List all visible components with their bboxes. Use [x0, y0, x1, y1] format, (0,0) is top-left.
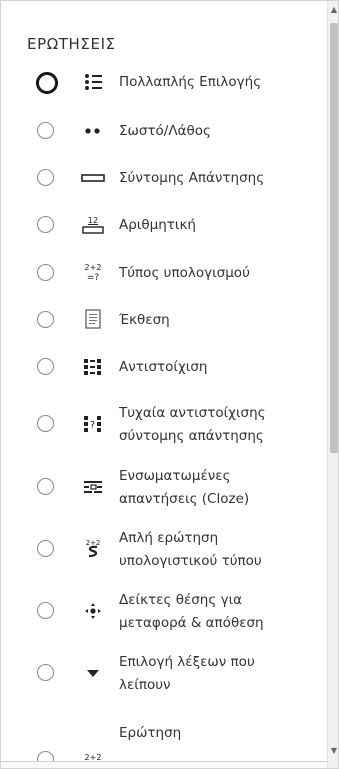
radio-matching[interactable] [37, 358, 54, 375]
radio-random-matching[interactable] [37, 415, 54, 432]
cloze-icon [80, 476, 106, 498]
panel-bottom-edge [1, 761, 327, 768]
question-type-label-line2: υπολογιστικού τύπου [119, 553, 262, 569]
calculated-icon: 2+2 =? [80, 261, 106, 283]
radio-drag-markers[interactable] [37, 602, 54, 619]
question-type-label: Επιλογή λέξεων που [119, 654, 255, 670]
scroll-thumb[interactable] [330, 23, 338, 453]
question-type-row[interactable]: 2+2 =? Τύπος υπολογισμού [1, 260, 327, 286]
question-type-label: Απλή ερώτηση [119, 530, 219, 546]
shortanswer-icon [80, 167, 106, 189]
question-type-label-line2: λείπουν [119, 677, 171, 693]
question-type-row[interactable]: ? Τυχαία αντιστοίχισης σύντομης απάντηση… [1, 399, 327, 449]
drag-markers-icon [80, 600, 106, 622]
select-missing-words-icon [80, 662, 106, 684]
scroll-down-arrow-icon[interactable]: ▼ [329, 746, 338, 756]
question-type-label: Σωστό/Λάθος [119, 123, 211, 139]
question-type-label-line2: μεταφορά & απόθεση [119, 615, 264, 631]
numerical-icon: 12 [80, 214, 106, 236]
question-type-label: Ερώτηση [119, 725, 182, 741]
multichoice-icon [80, 71, 106, 93]
question-type-row[interactable]: Επιλογή λέξεων που λείπουν [1, 648, 327, 698]
question-type-row[interactable]: Δείκτες θέσης για μεταφορά & απόθεση [1, 586, 327, 636]
svg-text:12: 12 [88, 216, 98, 225]
question-type-label: Τυχαία αντιστοίχισης [119, 405, 266, 421]
svg-text:=?: =? [87, 273, 100, 283]
radio-truefalse[interactable] [37, 122, 54, 139]
radio-select-missing-words[interactable] [37, 664, 54, 681]
matching-icon [80, 356, 106, 378]
radio-shortanswer[interactable] [37, 169, 54, 186]
scroll-up-arrow-icon[interactable]: ▲ [329, 5, 338, 15]
essay-icon [80, 308, 106, 330]
radio-numerical[interactable] [37, 216, 54, 233]
question-type-label: Ενσωματωμένες [119, 468, 231, 484]
question-type-row[interactable]: Πολλαπλής Επιλογής [1, 68, 327, 96]
random-matching-icon: ? [80, 413, 106, 435]
question-type-row[interactable]: 2+2 Απλή ερώτηση υπολογιστικού τύπου [1, 524, 327, 574]
question-type-label: Αριθμητική [119, 217, 196, 233]
svg-text:?: ? [90, 420, 95, 431]
panel-title: ΕΡΩΤΗΣΕΙΣ [27, 35, 116, 53]
radio-cloze[interactable] [37, 478, 54, 495]
radio-calculated-simple[interactable] [37, 540, 54, 557]
vertical-scrollbar[interactable]: ▲ ▼ [327, 1, 338, 768]
question-type-label: Πολλαπλής Επιλογής [119, 74, 262, 90]
radio-essay[interactable] [37, 311, 54, 328]
question-type-label-line2: σύντομης απάντησης [119, 428, 264, 444]
svg-text:2+2: 2+2 [85, 263, 102, 272]
question-type-row[interactable]: Σύντομης Απάντησης [1, 165, 327, 191]
question-type-label: Αντιστοίχιση [119, 359, 208, 375]
question-type-label: Τύπος υπολογισμού [119, 265, 250, 281]
calculated-simple-icon: 2+2 [80, 537, 106, 559]
radio-calculated[interactable] [37, 264, 54, 281]
question-type-label: Σύντομης Απάντησης [119, 170, 265, 186]
question-type-label: Έκθεση [119, 312, 170, 328]
question-type-row[interactable]: Έκθεση [1, 307, 327, 333]
question-type-row[interactable]: 2+2 Ερώτηση [1, 713, 327, 768]
question-type-row[interactable]: Αντιστοίχιση [1, 354, 327, 380]
radio-multichoice[interactable] [36, 72, 58, 94]
question-type-row[interactable]: Ενσωματωμένες απαντήσεις (Cloze) [1, 462, 327, 512]
question-type-label-line2: απαντήσεις (Cloze) [119, 491, 250, 507]
question-type-row[interactable]: Σωστό/Λάθος [1, 118, 327, 144]
question-type-row[interactable]: 12 Αριθμητική [1, 212, 327, 238]
question-type-label: Δείκτες θέσης για [119, 592, 243, 608]
question-type-panel: ΕΡΩΤΗΣΕΙΣ Πολλαπλής Επιλογής Σωστό/Λάθος [0, 0, 339, 769]
truefalse-icon [80, 120, 106, 142]
